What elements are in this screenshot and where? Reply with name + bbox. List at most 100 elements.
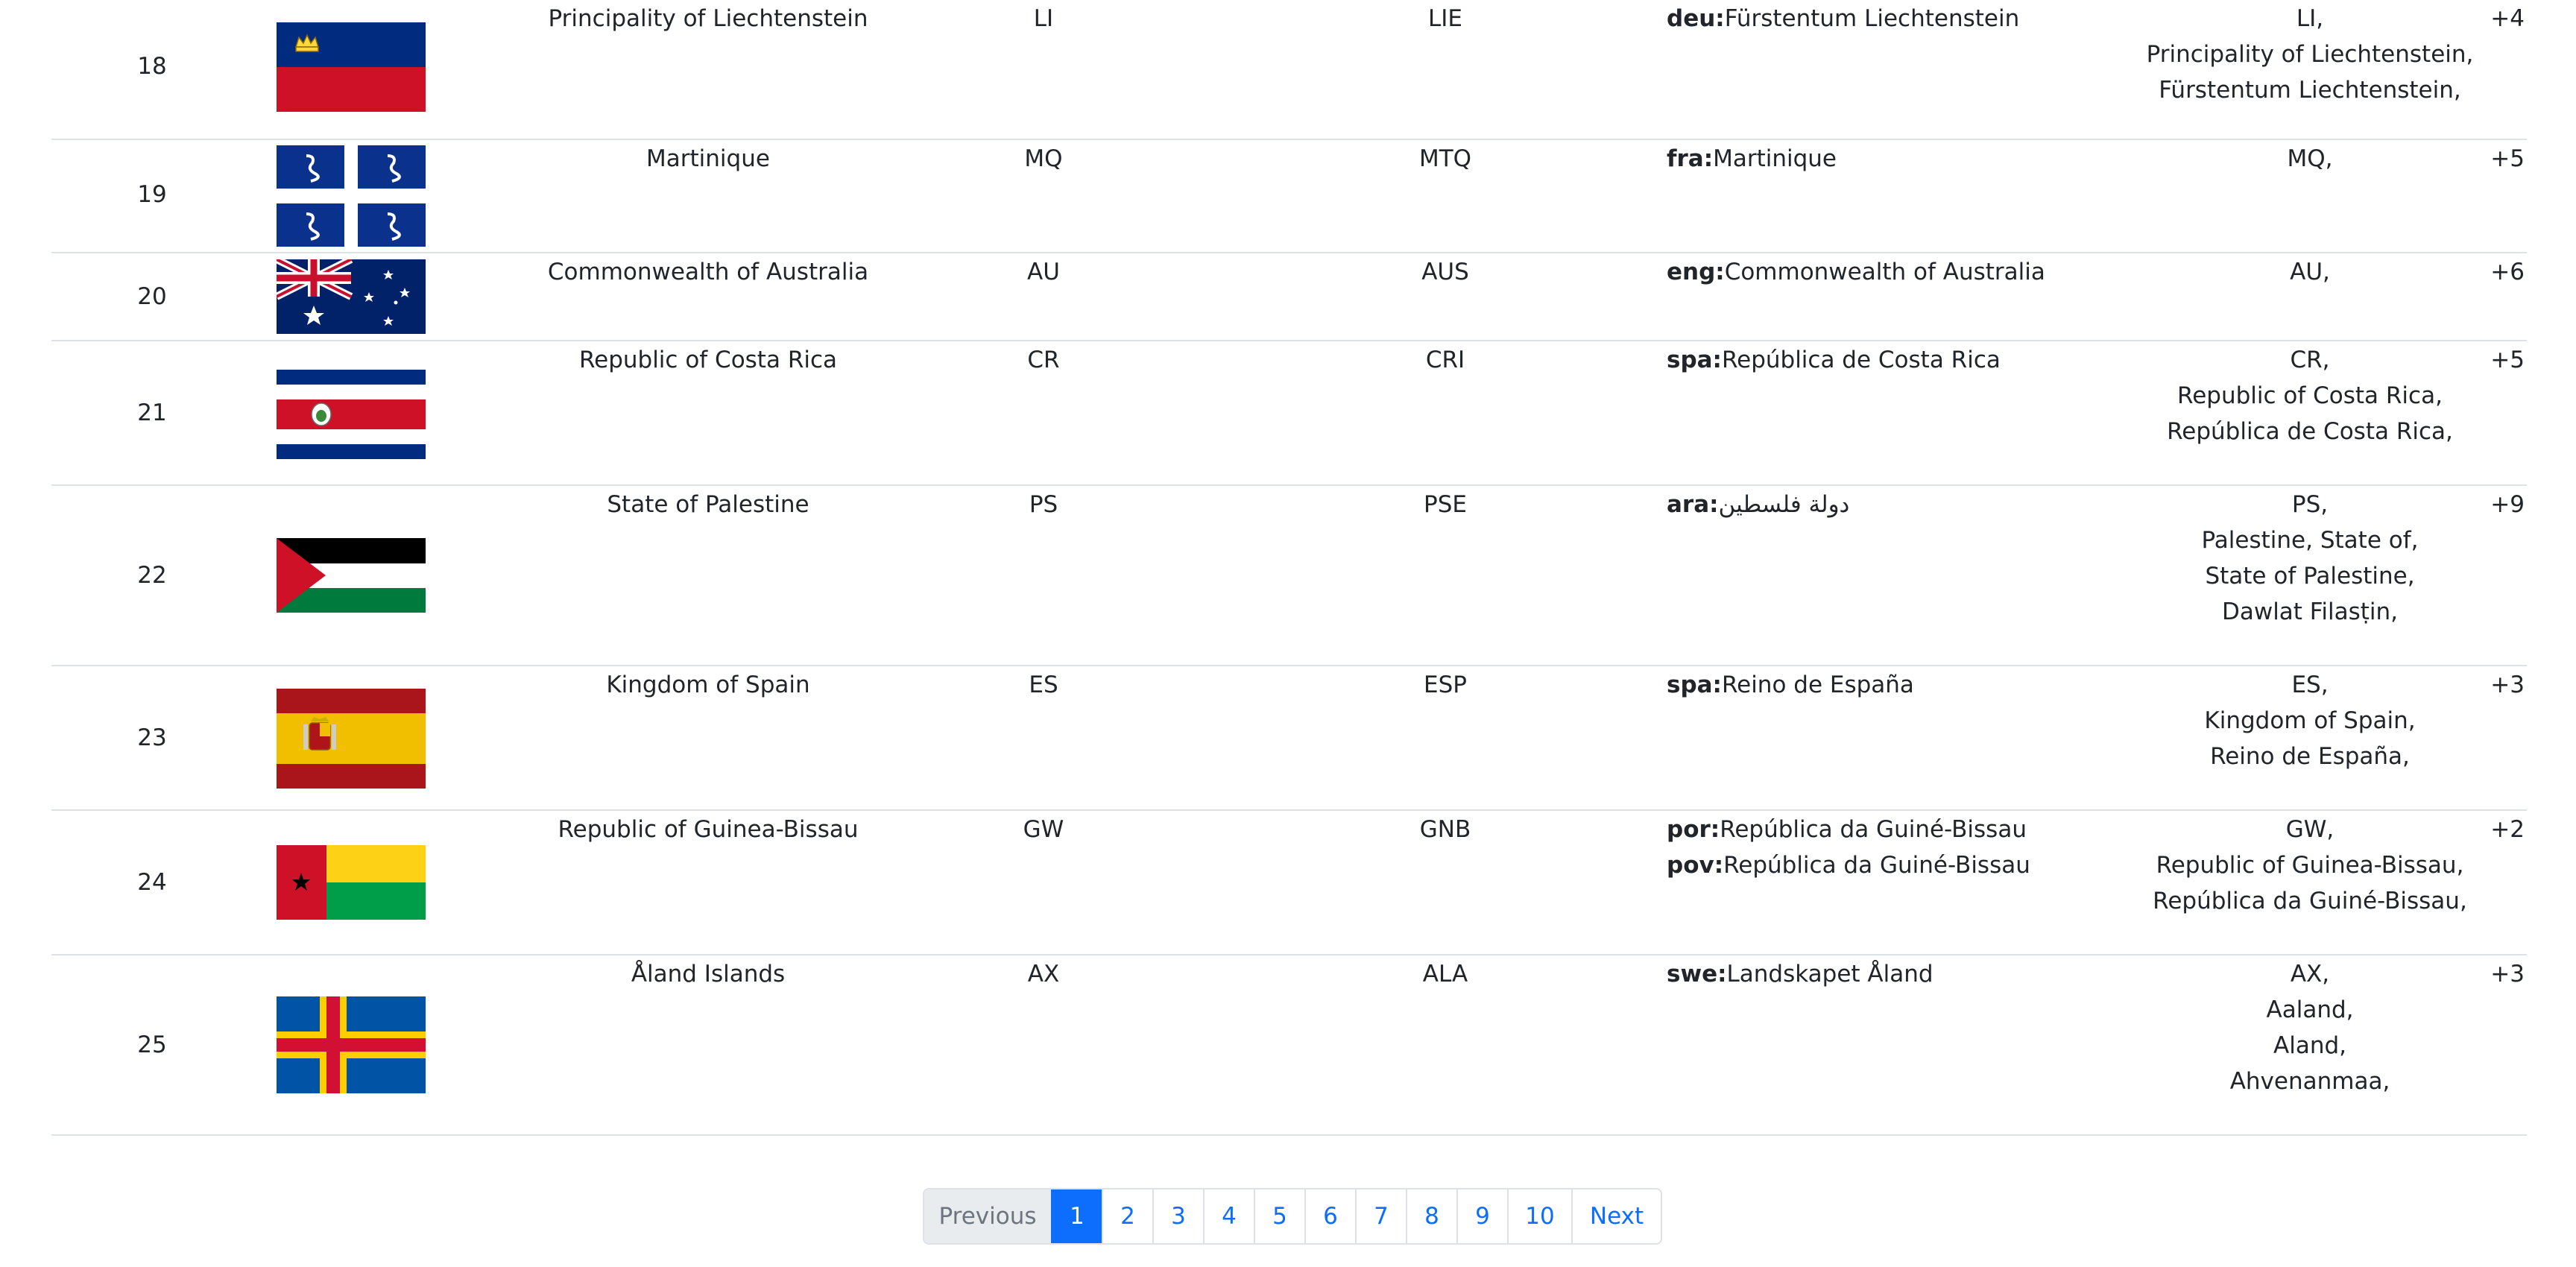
martinique-flag-icon bbox=[277, 145, 426, 247]
row-index: 18 bbox=[137, 53, 167, 80]
cca2-code: MQ bbox=[1024, 145, 1063, 172]
cca3-code: MTQ bbox=[1418, 145, 1472, 172]
row-index: 23 bbox=[137, 724, 167, 751]
alt-spelling: Kingdom of Spain, bbox=[2204, 707, 2416, 734]
more-count: +2 bbox=[2490, 816, 2525, 843]
cca3-code: AUS bbox=[1421, 259, 1469, 285]
row-index: 19 bbox=[137, 181, 167, 208]
alt-spelling: Republic of Costa Rica, bbox=[2177, 382, 2443, 409]
alt-spelling: Reino de España, bbox=[2210, 743, 2410, 770]
table-row: 22 State of Palestine PS PSE ara:دولة فل… bbox=[51, 486, 2527, 666]
pagination: Previous 1 2 3 4 5 6 7 8 9 10 Next bbox=[923, 1188, 1662, 1245]
table-row: 21 Republic of Costa Rica CR CRI spa:Rep… bbox=[51, 341, 2527, 486]
row-index: 24 bbox=[137, 869, 167, 896]
cca3-code: ALA bbox=[1422, 961, 1468, 988]
pagination-previous-button[interactable]: Previous bbox=[924, 1189, 1051, 1243]
native-lang: spa: bbox=[1667, 347, 1722, 373]
costa-rica-flag-icon bbox=[277, 370, 426, 459]
alt-spelling: Fürstentum Liechtenstein, bbox=[2159, 77, 2461, 104]
native-text: Landskapet Åland bbox=[1726, 961, 1933, 988]
row-index: 21 bbox=[137, 399, 167, 426]
cca2-code: CR bbox=[1027, 347, 1060, 373]
more-count: +3 bbox=[2490, 672, 2525, 698]
native-lang: fra: bbox=[1667, 145, 1714, 172]
alt-spelling: Dawlat Filasṭin, bbox=[2221, 598, 2399, 625]
country-name: Kingdom of Spain bbox=[606, 672, 810, 698]
pagination-page-8[interactable]: 8 bbox=[1406, 1189, 1456, 1243]
pagination-page-3[interactable]: 3 bbox=[1152, 1189, 1203, 1243]
pagination-page-10[interactable]: 10 bbox=[1507, 1189, 1571, 1243]
row-index: 25 bbox=[137, 1031, 167, 1058]
native-lang: deu: bbox=[1667, 5, 1725, 32]
more-count: +5 bbox=[2490, 145, 2525, 172]
pagination-page-7[interactable]: 7 bbox=[1355, 1189, 1406, 1243]
native-text: República da Guiné-Bissau bbox=[1720, 816, 2027, 843]
pagination-page-6[interactable]: 6 bbox=[1304, 1189, 1355, 1243]
table-row: 25 Åland Islands AX ALA swe:Landskapet Å… bbox=[51, 955, 2527, 1136]
alt-spelling: Ahvenanmaa, bbox=[2229, 1068, 2390, 1095]
alt-spelling: Palestine, State of, bbox=[2201, 527, 2419, 554]
cca2-code: AU bbox=[1027, 259, 1060, 285]
countries-table: 18 Principality of Liechtenstein LI LIE … bbox=[51, 0, 2527, 1136]
alt-spelling: Republic of Guinea-Bissau, bbox=[2156, 852, 2464, 879]
cca2-code: GW bbox=[1023, 816, 1064, 843]
row-index: 20 bbox=[137, 283, 167, 310]
table-row: 20 Commonwealth of Australia AU AUS eng:… bbox=[51, 253, 2527, 341]
row-index: 22 bbox=[137, 562, 167, 589]
palestine-flag-icon bbox=[277, 538, 426, 613]
alt-spelling: Aaland, bbox=[2266, 996, 2354, 1023]
table-row: 24 Republic of Guinea-Bissau GW GNB por:… bbox=[51, 811, 2527, 955]
country-name: Commonwealth of Australia bbox=[547, 259, 869, 285]
pagination-next-button[interactable]: Next bbox=[1571, 1189, 1661, 1243]
liechtenstein-flag-icon bbox=[277, 22, 426, 112]
native-lang: swe: bbox=[1667, 961, 1727, 988]
native-text: Fürstentum Liechtenstein bbox=[1724, 5, 2020, 32]
native-lang: pov: bbox=[1667, 852, 1724, 879]
more-count: +4 bbox=[2490, 5, 2525, 32]
aland-flag-icon bbox=[277, 996, 426, 1093]
country-name: Martinique bbox=[646, 145, 770, 172]
australia-flag-icon bbox=[277, 259, 426, 334]
pagination-page-9[interactable]: 9 bbox=[1456, 1189, 1507, 1243]
spain-flag-icon bbox=[277, 689, 426, 789]
pagination-page-1[interactable]: 1 bbox=[1051, 1189, 1102, 1243]
table-row: 18 Principality of Liechtenstein LI LIE … bbox=[51, 0, 2527, 140]
native-text: República da Guiné-Bissau bbox=[1723, 852, 2030, 879]
alt-spelling: Aland, bbox=[2273, 1032, 2346, 1059]
pagination-page-4[interactable]: 4 bbox=[1203, 1189, 1254, 1243]
country-name: Åland Islands bbox=[631, 961, 786, 988]
pagination-page-2[interactable]: 2 bbox=[1102, 1189, 1152, 1243]
cca3-code: CRI bbox=[1425, 347, 1465, 373]
more-count: +6 bbox=[2490, 259, 2525, 285]
native-lang: eng: bbox=[1667, 259, 1725, 285]
native-text: Commonwealth of Australia bbox=[1724, 259, 2045, 285]
cca3-code: GNB bbox=[1419, 816, 1471, 843]
more-count: +5 bbox=[2490, 347, 2525, 373]
alt-spelling: República da Guiné-Bissau, bbox=[2153, 888, 2467, 914]
native-lang: ara: bbox=[1667, 491, 1719, 518]
table-row: 19 Martinique MQ MTQ fra:Martinique MQ, … bbox=[51, 140, 2527, 253]
more-count: +9 bbox=[2490, 491, 2525, 518]
guinea-bissau-flag-icon bbox=[277, 845, 426, 920]
cca2-code: AX bbox=[1027, 961, 1060, 988]
cca2-code: PS bbox=[1029, 491, 1058, 518]
country-name: State of Palestine bbox=[607, 491, 809, 518]
native-text: República de Costa Rica bbox=[1721, 347, 2001, 373]
country-name: Republic of Guinea-Bissau bbox=[558, 816, 859, 843]
cca3-code: LIE bbox=[1427, 5, 1462, 32]
cca3-code: ESP bbox=[1424, 672, 1467, 698]
native-lang: por: bbox=[1667, 816, 1720, 843]
native-text: دولة فلسطين bbox=[1718, 491, 1850, 518]
native-text: Martinique bbox=[1713, 145, 1837, 172]
pagination-page-5[interactable]: 5 bbox=[1254, 1189, 1304, 1243]
cca2-code: LI bbox=[1033, 5, 1054, 32]
cca3-code: PSE bbox=[1424, 491, 1467, 518]
country-name: Republic of Costa Rica bbox=[578, 347, 838, 373]
more-count: +3 bbox=[2490, 961, 2525, 988]
cca2-code: ES bbox=[1029, 672, 1058, 698]
table-row: 23 Kingdom of Spain ES ESP spa:Reino de … bbox=[51, 666, 2527, 811]
native-text: Reino de España bbox=[1721, 672, 1914, 698]
alt-spelling: State of Palestine, bbox=[2205, 563, 2415, 590]
alt-spelling: República de Costa Rica, bbox=[2167, 418, 2453, 445]
alt-spelling: Principality of Liechtenstein, bbox=[2146, 41, 2474, 68]
